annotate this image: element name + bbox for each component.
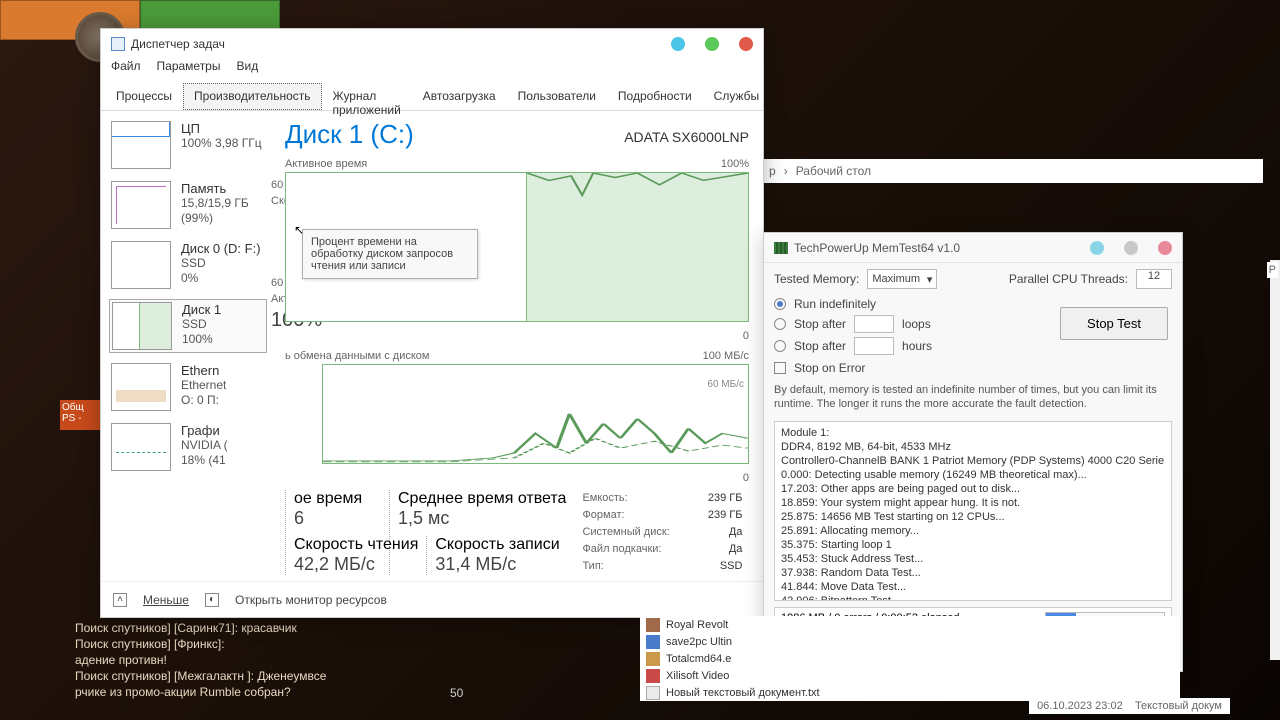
file-icon: [646, 652, 660, 666]
radio-run-indefinitely[interactable]: [774, 298, 786, 310]
tab-processes[interactable]: Процессы: [105, 83, 183, 110]
tab-startup[interactable]: Автозагрузка: [412, 83, 507, 110]
stat-read-speed: Скорость чтения 42,2 МБ/с: [285, 536, 418, 575]
file-icon: [646, 618, 660, 632]
sidebar-item-memory[interactable]: Память15,8/15,9 ГБ (99%): [109, 179, 267, 231]
file-icon: [646, 669, 660, 683]
window-title: Диспетчер задач: [131, 37, 225, 51]
explorer-breadcrumb[interactable]: р›Рабочий стол: [763, 159, 1263, 183]
mt-minimize-button[interactable]: [1090, 241, 1104, 255]
chart-transfer: 60 МБ/с: [322, 364, 749, 464]
file-row[interactable]: Royal Revolt: [640, 616, 1180, 633]
collapse-icon[interactable]: ˄: [113, 593, 127, 607]
mt-maximize-button[interactable]: [1124, 241, 1138, 255]
sidebar-item-gpu[interactable]: ГрафиNVIDIA (18% (41: [109, 421, 267, 473]
chart-tooltip: Процент времени на обработку диском запр…: [302, 229, 478, 279]
file-row[interactable]: Totalcmd64.e: [640, 650, 1180, 667]
sidebar-item-disk1[interactable]: Диск 1SSD100%: [109, 299, 267, 353]
tested-memory-label: Tested Memory:: [774, 272, 859, 286]
close-button[interactable]: [739, 37, 753, 51]
stop-test-button[interactable]: Stop Test: [1060, 307, 1168, 340]
task-manager-window: Диспетчер задач Файл Параметры Вид Проце…: [100, 28, 764, 618]
explorer-file-list: Royal Revolt save2pc Ultin Totalcmd64.e …: [640, 616, 1180, 701]
loops-input[interactable]: [854, 315, 894, 333]
mt-close-button[interactable]: [1158, 241, 1172, 255]
game-side-tag: ОбщPS -: [60, 400, 100, 430]
file-icon: [646, 635, 660, 649]
taskmgr-icon: [111, 37, 125, 51]
tab-services[interactable]: Службы: [703, 83, 770, 110]
perf-sidebar: ЦП100% 3,98 ГГц Память15,8/15,9 ГБ (99%)…: [101, 111, 271, 581]
memtest-note: By default, memory is tested an indefini…: [764, 381, 1182, 417]
file-row[interactable]: Xilisoft Video: [640, 667, 1180, 684]
memtest-window: TechPowerUp MemTest64 v1.0 Tested Memory…: [763, 232, 1183, 672]
radio-stop-hours[interactable]: [774, 340, 786, 352]
file-icon: [646, 686, 660, 700]
fewer-details-link[interactable]: Меньше: [143, 593, 189, 607]
checkbox-stop-on-error[interactable]: [774, 362, 786, 374]
sidebar-item-ethernet[interactable]: EthernEthernetО: 0 П:: [109, 361, 267, 413]
menu-bar: Файл Параметры Вид: [101, 59, 763, 83]
menu-options[interactable]: Параметры: [157, 59, 221, 83]
scrollbar[interactable]: [1270, 260, 1280, 660]
sidebar-item-disk0[interactable]: Диск 0 (D: F:)SSD0%: [109, 239, 267, 291]
file-row[interactable]: save2pc Ultin: [640, 633, 1180, 650]
tab-details[interactable]: Подробности: [607, 83, 703, 110]
hours-input[interactable]: [854, 337, 894, 355]
game-chat: Поиск спутников] [Саринк71]: красавчик П…: [75, 620, 575, 700]
memtest-console[interactable]: Module 1: DDR4, 8192 MB, 64-bit, 4533 MH…: [774, 421, 1172, 601]
disk-model: ADATA SX6000LNP: [624, 129, 749, 145]
stat-write-speed: Скорость записи 31,4 МБ/с: [426, 536, 559, 575]
file-timestamp: 06.10.2023 23:02 Текстовый докум: [1029, 698, 1230, 714]
cursor-icon: ↖: [294, 223, 304, 237]
chart-active-time: ↖ Процент времени на обработку диском за…: [285, 172, 749, 322]
minimize-button[interactable]: [671, 37, 685, 51]
tab-users[interactable]: Пользователи: [507, 83, 607, 110]
sidebar-item-cpu[interactable]: ЦП100% 3,98 ГГц: [109, 119, 267, 171]
perf-main: ADATA SX6000LNP Диск 1 (C:) Активное вре…: [271, 111, 763, 581]
radio-stop-loops[interactable]: [774, 318, 786, 330]
threads-label: Parallel CPU Threads:: [1009, 272, 1128, 286]
right-label: Р: [1267, 262, 1278, 278]
hud-number: 50: [450, 686, 463, 700]
menu-view[interactable]: Вид: [236, 59, 258, 83]
tab-bar: Процессы Производительность Журнал прило…: [101, 83, 763, 111]
tested-memory-select[interactable]: Maximum▾: [867, 269, 937, 289]
disk-properties: Емкость:239 ГБ Формат:239 ГБ Системный д…: [582, 490, 742, 575]
memtest-title: TechPowerUp MemTest64 v1.0: [794, 241, 960, 255]
menu-file[interactable]: Файл: [111, 59, 141, 83]
memtest-logo-icon: [774, 242, 788, 254]
resmon-icon[interactable]: ◐: [205, 593, 219, 607]
threads-input[interactable]: 12: [1136, 269, 1172, 289]
maximize-button[interactable]: [705, 37, 719, 51]
